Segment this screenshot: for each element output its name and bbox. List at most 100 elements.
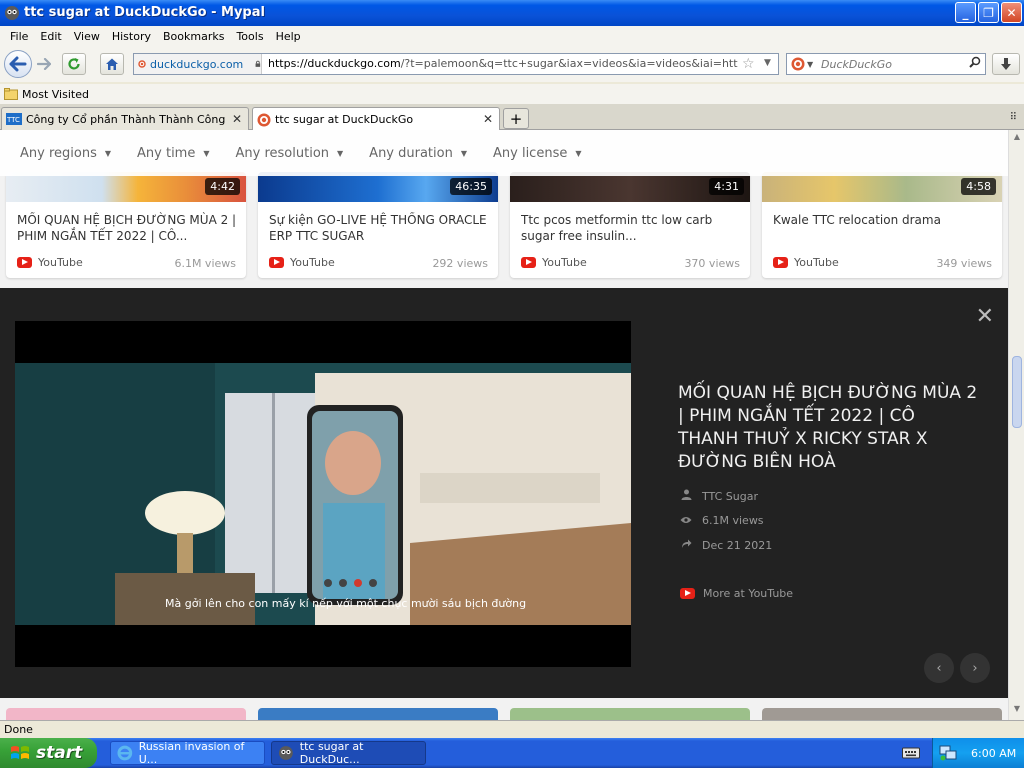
scrollbar-thumb[interactable] — [1012, 356, 1022, 428]
identity-domain: duckduckgo.com — [150, 57, 244, 71]
filter-duration[interactable]: Any duration ▼ — [369, 146, 467, 161]
video-subtitle: Mà gởi lên cho con mấy kí nếp với một ch… — [165, 597, 527, 610]
tab-duckduckgo[interactable]: ttc sugar at DuckDuckGo ✕ — [252, 107, 500, 131]
menu-bookmarks[interactable]: Bookmarks — [157, 30, 230, 43]
back-arrow-icon — [9, 56, 27, 72]
video-card[interactable]: 4:42 MỐI QUAN HỆ BỊCH ĐƯỜNG MÙA 2 | PHIM… — [6, 172, 246, 278]
taskbar-item-ie[interactable]: Russian invasion of U... — [110, 740, 265, 766]
video-thumbnail[interactable] — [510, 708, 750, 720]
tab-grid-icon[interactable]: ⠿ — [1010, 112, 1018, 123]
start-button[interactable]: start — [0, 738, 97, 768]
forward-button[interactable] — [34, 55, 54, 73]
video-player[interactable]: Mà gởi lên cho con mấy kí nếp với một ch… — [15, 321, 631, 667]
downloads-button[interactable] — [992, 53, 1020, 75]
address-bar[interactable]: duckduckgo.com https://duckduckgo.com/?t… — [133, 53, 779, 75]
status-bar: Done — [0, 720, 1024, 738]
close-button[interactable]: ✕ — [1001, 2, 1022, 23]
eye-icon — [680, 514, 692, 527]
video-title[interactable]: MỐI QUAN HỆ BỊCH ĐƯỜNG MÙA 2 | PHIM NGẮN… — [17, 212, 239, 246]
menu-file[interactable]: File — [4, 30, 34, 43]
status-text: Done — [4, 723, 33, 736]
navigation-toolbar: duckduckgo.com https://duckduckgo.com/?t… — [0, 46, 1024, 82]
video-thumbnail[interactable] — [762, 708, 1002, 720]
chevron-right-icon: › — [972, 660, 978, 676]
search-engine-selector[interactable]: ▼ — [791, 57, 813, 71]
tab-bar: TTC Công ty Cổ phần Thành Thành Công – B… — [0, 104, 1024, 131]
menu-bar: File Edit View History Bookmarks Tools H… — [0, 26, 1024, 46]
scroll-up-arrow-icon[interactable]: ▲ — [1011, 132, 1023, 144]
video-title[interactable]: Sự kiện GO-LIVE HỆ THỐNG ORACLE ERP TTC … — [269, 212, 491, 246]
video-card[interactable]: 4:31 Ttc pcos metformin ttc low carb sug… — [510, 172, 750, 278]
video-card[interactable]: 46:35 Sự kiện GO-LIVE HỆ THỐNG ORACLE ER… — [258, 172, 498, 278]
taskbar-item-mypal[interactable]: ttc sugar at DuckDuc... — [271, 740, 426, 766]
detail-title[interactable]: MỐI QUAN HỆ BỊCH ĐƯỜNG MÙA 2 | PHIM NGẮN… — [678, 382, 978, 474]
window-title: ttc sugar at DuckDuckGo - Mypal — [24, 5, 265, 20]
video-thumbnail[interactable] — [258, 708, 498, 720]
more-at-youtube-link[interactable]: More at YouTube — [680, 587, 793, 600]
menu-help[interactable]: Help — [270, 30, 307, 43]
duckduckgo-favicon-icon — [257, 113, 271, 126]
search-icon[interactable] — [969, 56, 981, 71]
bookmark-star-icon[interactable]: ☆ — [742, 56, 755, 72]
next-video-button[interactable]: › — [960, 653, 990, 683]
video-title[interactable]: Ttc pcos metformin ttc low carb sugar fr… — [521, 212, 743, 246]
filter-time[interactable]: Any time ▼ — [137, 146, 210, 161]
windows-logo-icon — [11, 746, 29, 759]
filter-license[interactable]: Any license ▼ — [493, 146, 582, 161]
previous-video-button[interactable]: ‹ — [924, 653, 954, 683]
video-views: 370 views — [684, 257, 740, 270]
caret-down-icon: ▼ — [203, 148, 210, 158]
bookmarks-toolbar: Most Visited — [0, 84, 1024, 104]
video-thumbnail[interactable] — [6, 708, 246, 720]
filter-regions[interactable]: Any regions ▼ — [20, 146, 111, 161]
video-views: 349 views — [936, 257, 992, 270]
tab-close-icon[interactable]: ✕ — [232, 112, 242, 126]
menu-view[interactable]: View — [68, 30, 106, 43]
video-results-row: 4:42 MỐI QUAN HỆ BỊCH ĐƯỜNG MÙA 2 | PHIM… — [0, 172, 1008, 280]
back-button[interactable] — [4, 50, 32, 78]
page-content: Any regions ▼ Any time ▼ Any resolution ▼ A… — [0, 130, 1008, 720]
search-input[interactable] — [821, 56, 961, 72]
reload-icon — [68, 58, 80, 70]
mypal-app-icon — [5, 6, 19, 20]
caret-down-icon: ▼ — [575, 148, 582, 158]
close-detail-icon[interactable]: ✕ — [976, 304, 994, 329]
caret-down-icon: ▼ — [337, 148, 344, 158]
home-button[interactable] — [100, 53, 124, 75]
duckduckgo-favicon-icon — [138, 60, 146, 68]
minimize-button[interactable]: _ — [955, 2, 976, 23]
filter-resolution[interactable]: Any resolution ▼ — [236, 146, 344, 161]
forward-arrow-icon — [37, 58, 51, 70]
video-card[interactable]: 4:58 Kwale TTC relocation drama YouTube … — [762, 172, 1002, 278]
title-bar: ttc sugar at DuckDuckGo - Mypal _ ❐ ✕ — [0, 0, 1024, 26]
url-text[interactable]: https://duckduckgo.com/?t=palemoon&q=ttc… — [268, 57, 738, 70]
video-source: YouTube — [269, 256, 335, 269]
scroll-down-arrow-icon[interactable]: ▼ — [1011, 704, 1023, 716]
menu-tools[interactable]: Tools — [230, 30, 269, 43]
tab-label: ttc sugar at DuckDuckGo — [275, 113, 414, 126]
clock[interactable]: 6:00 AM — [971, 747, 1016, 760]
lock-icon — [255, 60, 261, 67]
network-icon[interactable] — [939, 745, 957, 761]
tab-close-icon[interactable]: ✕ — [483, 112, 493, 126]
chevron-down-icon: ▼ — [807, 59, 814, 69]
reload-button[interactable] — [62, 53, 86, 75]
video-title[interactable]: Kwale TTC relocation drama — [773, 212, 995, 246]
site-identity[interactable]: duckduckgo.com — [134, 54, 262, 74]
chevron-left-icon: ‹ — [936, 660, 942, 676]
url-dropdown-icon[interactable]: ▼ — [764, 58, 771, 68]
system-tray: 6:00 AM — [932, 738, 1024, 768]
menu-edit[interactable]: Edit — [34, 30, 67, 43]
menu-history[interactable]: History — [106, 30, 157, 43]
vertical-scrollbar[interactable]: ▲ ▼ — [1008, 130, 1024, 720]
tab-thanh-thanh-cong[interactable]: TTC Công ty Cổ phần Thành Thành Công – B… — [1, 107, 249, 130]
new-tab-button[interactable]: + — [503, 108, 529, 129]
keyboard-icon[interactable] — [902, 746, 920, 760]
video-duration: 4:42 — [205, 178, 240, 195]
search-bar[interactable]: ▼ — [786, 53, 986, 75]
video-duration: 4:58 — [961, 178, 996, 195]
video-source: YouTube — [773, 256, 839, 269]
most-visited-bookmark[interactable]: Most Visited — [22, 88, 89, 101]
youtube-icon — [773, 257, 788, 268]
maximize-button[interactable]: ❐ — [978, 2, 999, 23]
